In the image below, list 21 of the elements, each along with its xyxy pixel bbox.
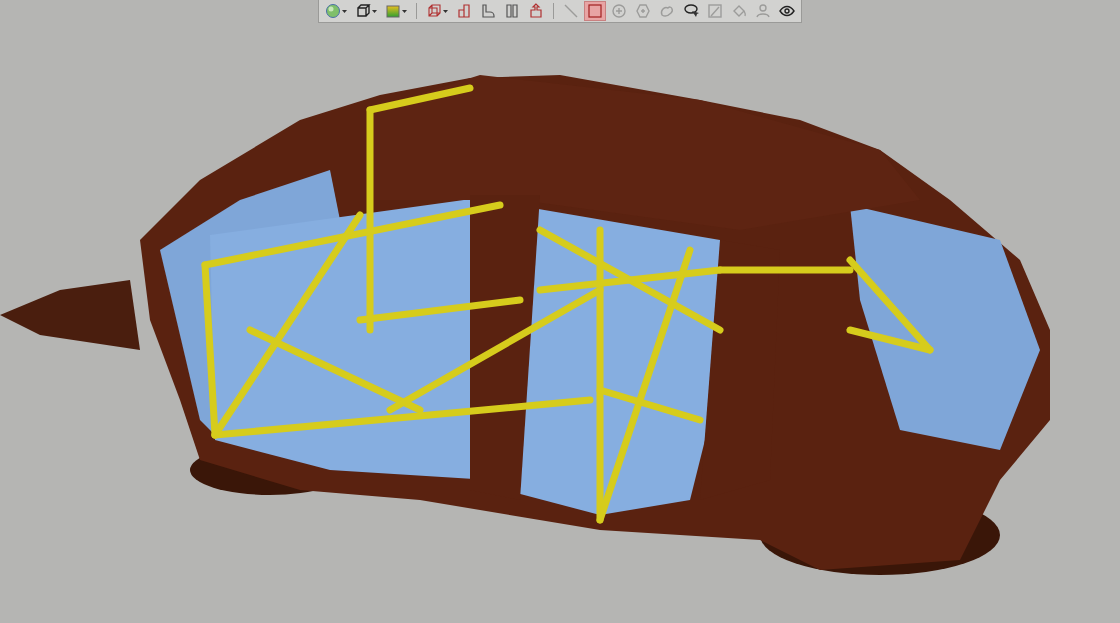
caret-icon [402,9,407,13]
gradient-square-icon [385,3,401,19]
caret-icon [342,9,347,13]
rectangle-select-icon [587,3,603,19]
caret-icon [372,9,377,13]
split-view-icon [504,3,520,19]
wireframe-cube-icon [426,3,442,19]
hexagon-select-icon [635,3,651,19]
lasso-icon [683,3,699,19]
front-view-icon [456,3,472,19]
bucket-icon [731,3,747,19]
eye-icon [779,3,795,19]
cube-icon [355,3,371,19]
sphere-icon [325,3,341,19]
line-icon [563,3,579,19]
caret-icon [443,9,448,13]
arrow-up-icon [528,3,544,19]
person-icon [755,3,771,19]
circle-select-icon [611,3,627,19]
freeform-select-icon [659,3,675,19]
side-view-icon [480,3,496,19]
